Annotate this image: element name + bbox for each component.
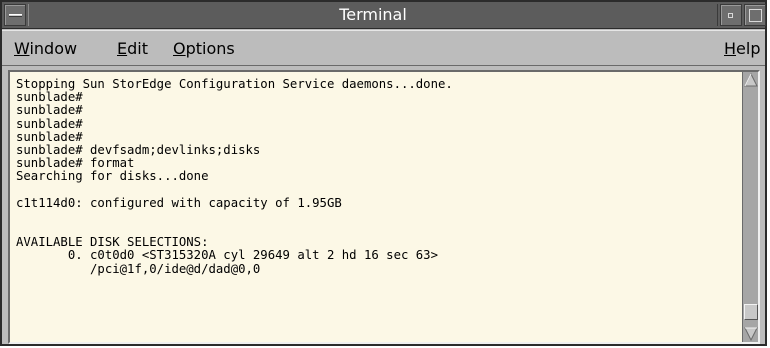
terminal-line: Stopping Sun StorEdge Configuration Serv… bbox=[16, 77, 453, 91]
menu-options-label: ptions bbox=[185, 39, 235, 58]
menu-options-mnemonic: O bbox=[173, 39, 186, 58]
menu-edit-mnemonic: E bbox=[117, 39, 128, 58]
terminal-line: sunblade# bbox=[16, 116, 83, 131]
menu-options[interactable]: Options bbox=[173, 39, 235, 58]
menu-help[interactable]: Help bbox=[724, 39, 760, 58]
title-bar[interactable]: Terminal bbox=[2, 2, 766, 29]
scroll-up-arrow-icon[interactable] bbox=[744, 73, 758, 87]
terminal-line: Searching for disks...done bbox=[16, 169, 209, 184]
scroll-down-arrow-icon[interactable] bbox=[744, 327, 758, 341]
menu-edit-label: dit bbox=[127, 39, 148, 58]
scrollbar-thumb[interactable] bbox=[744, 304, 758, 320]
maximize-icon bbox=[749, 9, 762, 22]
menu-help-label: elp bbox=[736, 39, 761, 58]
window-menu-button[interactable] bbox=[4, 4, 26, 26]
terminal-line: 0. c0t0d0 <ST315320A cyl 29649 alt 2 hd … bbox=[16, 248, 438, 263]
menu-window-label: indow bbox=[29, 39, 78, 58]
terminal-line: c1t114d0: configured with capacity of 1.… bbox=[16, 195, 342, 210]
terminal-line: /pci@1f,0/ide@d/dad@0,0 bbox=[16, 261, 261, 276]
menu-help-mnemonic: H bbox=[724, 39, 737, 58]
terminal-frame: Stopping Sun StorEdge Configuration Serv… bbox=[8, 70, 760, 344]
vertical-scrollbar[interactable] bbox=[742, 72, 758, 342]
window-title[interactable]: Terminal bbox=[28, 4, 718, 26]
terminal-window: Terminal Window Edit Options Help Stoppi… bbox=[0, 0, 767, 346]
minimize-icon bbox=[728, 13, 733, 18]
menu-window-mnemonic: W bbox=[14, 39, 30, 58]
menu-edit[interactable]: Edit bbox=[117, 39, 148, 58]
terminal-line: sunblade# bbox=[16, 129, 83, 144]
terminal-line: sunblade# bbox=[16, 103, 83, 118]
menu-bar: Window Edit Options Help bbox=[2, 30, 765, 66]
terminal-output[interactable]: Stopping Sun StorEdge Configuration Serv… bbox=[10, 72, 742, 342]
menu-window[interactable]: Window bbox=[14, 39, 77, 58]
terminal-line: sunblade# bbox=[16, 90, 83, 105]
window-menu-icon bbox=[9, 14, 22, 17]
maximize-button[interactable] bbox=[744, 4, 766, 26]
minimize-button[interactable] bbox=[720, 4, 742, 26]
